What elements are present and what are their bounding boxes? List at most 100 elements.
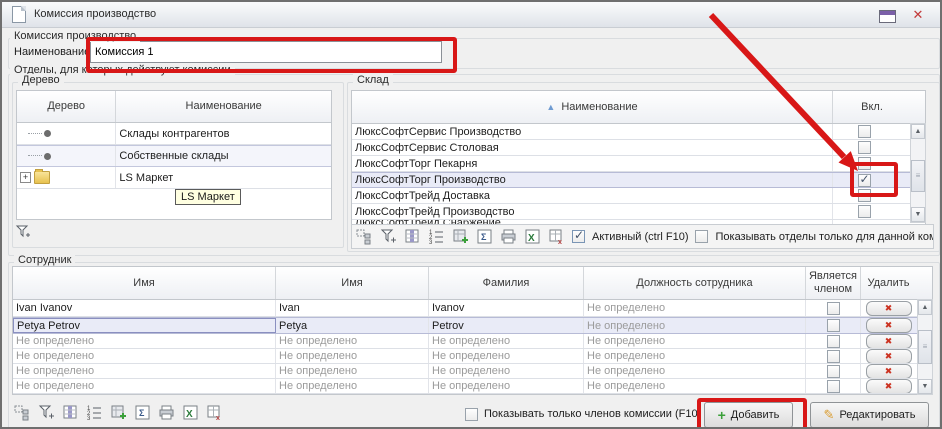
tree-row-label[interactable]: Склады контрагентов [116,123,331,144]
emp-col-header-display-name[interactable]: Имя [13,267,276,299]
employee-row-empty[interactable]: Не определено Не определено Не определен… [13,364,932,379]
sklad-row-name[interactable]: ЛюксСофтТорг Пекарня [352,156,833,171]
export-excel-icon[interactable]: X [182,404,199,421]
is-member-checkbox[interactable] [827,350,840,363]
sklad-row-selected[interactable]: ЛюксСофтТорг Производство [352,172,925,188]
employee-row[interactable]: Ivan Ivanov Ivan Ivanov Не определено [13,300,932,317]
emp-position[interactable]: Не определено [584,379,806,393]
emp-col-header-first-name[interactable]: Имя [276,267,429,299]
emp-col-header-position[interactable]: Должность сотрудника [584,267,806,299]
employee-row-empty[interactable]: Не определено Не определено Не определен… [13,334,932,349]
filter-add-icon[interactable] [38,404,55,421]
delete-row-button[interactable] [866,379,912,393]
sum-icon[interactable]: Σ [476,228,493,245]
scroll-down-icon[interactable]: ▼ [911,207,925,222]
show-depts-checkbox[interactable] [695,230,708,243]
filter-add-icon[interactable] [15,223,32,240]
sklad-row[interactable]: ЛюксСофтСервис Производство [352,124,925,140]
is-member-checkbox[interactable] [827,335,840,348]
incl-checkbox[interactable] [858,157,871,170]
is-member-checkbox[interactable] [827,302,840,315]
is-member-checkbox[interactable] [827,380,840,393]
sort-order-icon[interactable]: 123 [86,404,103,421]
incl-checkbox[interactable] [858,141,871,154]
sklad-row[interactable]: ЛюксСофтСервис Столовая [352,140,925,156]
delete-row-button[interactable] [866,349,912,363]
maximize-button[interactable] [879,10,896,23]
name-input[interactable] [90,41,442,63]
sklad-row-name[interactable]: ЛюксСофтСервис Столовая [352,140,833,155]
scroll-down-icon[interactable]: ▼ [918,379,932,394]
column-chooser-icon[interactable] [62,404,79,421]
edit-button[interactable]: Редактировать [810,402,929,428]
emp-display-name[interactable]: Не определено [13,364,276,378]
emp-position[interactable]: Не определено [584,364,806,378]
sklad-row-name[interactable]: ЛюксСофтТорг Производство [352,173,833,187]
emp-first-name[interactable]: Не определено [276,379,429,393]
grid-close-icon[interactable]: x [206,404,223,421]
sklad-row-name[interactable]: ЛюксСофтТрейд Производство [352,204,833,219]
emp-col-header-delete[interactable]: Удалить [861,267,916,299]
grid-close-icon[interactable]: x [548,228,565,245]
summary-add-icon[interactable] [452,228,469,245]
incl-checkbox[interactable] [858,205,871,218]
print-icon[interactable] [158,404,175,421]
sklad-scrollbar[interactable]: ▲ ≡ ▼ [910,123,926,223]
sklad-col-header-incl[interactable]: Вкл. [833,91,911,123]
scroll-thumb[interactable]: ≡ [911,160,925,192]
delete-row-button[interactable] [866,318,912,333]
emp-col-header-is-member[interactable]: Является членом [806,267,861,299]
scroll-thumb[interactable]: ≡ [918,330,932,364]
delete-row-button[interactable] [866,364,912,378]
emp-last-name[interactable]: Не определено [429,334,584,348]
emp-first-name[interactable]: Не определено [276,334,429,348]
emp-col-header-last-name[interactable]: Фамилия [429,267,584,299]
emp-position[interactable]: Не определено [584,334,806,348]
sklad-row[interactable]: ЛюксСофтТорг Пекарня [352,156,925,172]
emp-last-name[interactable]: Не определено [429,364,584,378]
emp-display-name[interactable]: Ivan Ivanov [13,300,276,316]
show-members-checkbox[interactable] [465,408,478,421]
is-member-checkbox[interactable] [827,319,840,332]
incl-checkbox[interactable] [858,174,871,187]
emp-display-name[interactable]: Не определено [13,349,276,363]
sort-order-icon[interactable]: 123 [428,228,445,245]
expand-plus-icon[interactable]: + [20,172,31,183]
emp-display-name[interactable]: Не определено [13,379,276,393]
delete-row-button[interactable] [866,301,912,316]
employee-row-empty[interactable]: Не определено Не определено Не определен… [13,379,932,394]
delete-row-button[interactable] [866,334,912,348]
records-icon[interactable] [356,228,373,245]
emp-last-name[interactable]: Не определено [429,379,584,393]
tree-col-header-tree[interactable]: Дерево [17,91,116,122]
emp-position[interactable]: Не определено [584,318,806,333]
emp-first-name[interactable]: Не определено [276,349,429,363]
tree-row[interactable]: Склады контрагентов [17,123,331,145]
sklad-row[interactable]: ЛюксСофтТрейд Доставка [352,188,925,204]
sklad-col-header-name[interactable]: Наименование [352,91,833,123]
sklad-row[interactable]: ЛюксСофтТрейд Производство [352,204,925,220]
records-icon[interactable] [14,404,31,421]
emp-position[interactable]: Не определено [584,349,806,363]
active-checkbox[interactable] [572,230,585,243]
summary-add-icon[interactable] [110,404,127,421]
tree-row-label[interactable]: LS Маркет [116,167,331,188]
tree-row[interactable]: Собственные склады [17,145,331,167]
tree-col-header-name[interactable]: Наименование [116,91,331,122]
emp-first-name[interactable]: Ivan [276,300,429,316]
emp-position[interactable]: Не определено [584,300,806,316]
emp-first-name[interactable]: Не определено [276,364,429,378]
scroll-up-icon[interactable]: ▲ [911,124,925,139]
emp-last-name[interactable]: Petrov [429,318,584,333]
export-excel-icon[interactable]: X [524,228,541,245]
filter-add-icon[interactable] [380,228,397,245]
print-icon[interactable] [500,228,517,245]
column-chooser-icon[interactable] [404,228,421,245]
add-button[interactable]: Добавить [704,402,793,428]
incl-checkbox[interactable] [858,125,871,138]
emp-last-name[interactable]: Ivanov [429,300,584,316]
sum-icon[interactable]: Σ [134,404,151,421]
employees-scrollbar[interactable]: ▲ ≡ ▼ [917,299,933,395]
employee-row-selected[interactable]: Petya Petrov Petya Petrov Не определено [13,317,932,334]
emp-first-name[interactable]: Petya [276,318,429,333]
